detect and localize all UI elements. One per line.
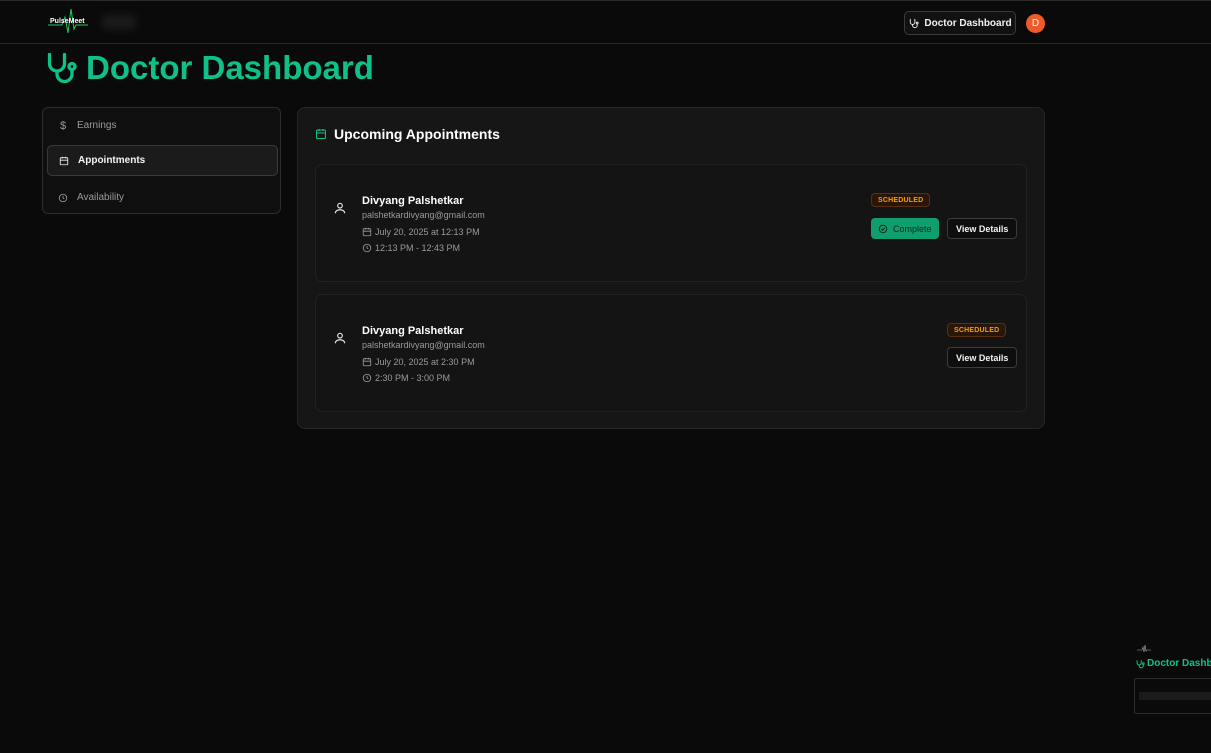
avatar[interactable]: D: [1026, 14, 1045, 33]
appointment-time: 2:30 PM - 3:00 PM: [362, 373, 450, 383]
appointment-date-text: July 20, 2025 at 12:13 PM: [375, 227, 480, 237]
clock-icon: [362, 243, 372, 253]
preview-title: Doctor Dashboard: [1135, 658, 1211, 669]
view-details-button[interactable]: View Details: [947, 347, 1018, 368]
appointment-item: Divyang Palshetkar palshetkardivyang@gma…: [315, 164, 1027, 282]
pulse-logo-icon: [1137, 645, 1151, 653]
appointment-item: Divyang Palshetkar palshetkardivyang@gma…: [315, 294, 1027, 412]
check-circle-icon: [878, 224, 888, 233]
appointment-date-text: July 20, 2025 at 2:30 PM: [375, 357, 475, 367]
patient-email: palshetkardivyang@gmail.com: [362, 340, 485, 350]
appointments-card-header: Upcoming Appointments: [315, 126, 500, 142]
preview-title-text: Doctor Dashboard: [1147, 658, 1211, 669]
calendar-icon: [362, 357, 372, 367]
stethoscope-icon: [47, 52, 77, 84]
patient-name: Divyang Palshetkar: [362, 325, 464, 337]
preview-sidebar: [1134, 678, 1211, 714]
clock-icon: [58, 193, 68, 202]
appointment-time-text: 12:13 PM - 12:43 PM: [375, 243, 461, 253]
stethoscope-icon: [910, 18, 919, 28]
top-navbar: PulseMeet Doctor Dashboard D: [0, 0, 1211, 44]
logo-text: PulseMeet: [50, 18, 85, 25]
view-details-button[interactable]: View Details: [947, 218, 1018, 239]
dollar-icon: $: [59, 119, 67, 132]
sidebar-item-label: Availability: [77, 192, 125, 203]
calendar-icon: [362, 227, 372, 237]
patient-name: Divyang Palshetkar: [362, 195, 464, 207]
sidebar-item-appointments[interactable]: Appointments: [47, 145, 278, 176]
stethoscope-icon: [1136, 659, 1145, 668]
clock-icon: [362, 373, 372, 383]
calendar-icon: [59, 156, 69, 165]
sidebar-item-label: Earnings: [77, 120, 117, 131]
appointment-date: July 20, 2025 at 2:30 PM: [362, 357, 475, 367]
preview-sidebar-row: [1139, 703, 1211, 711]
sidebar-item-availability[interactable]: Availability: [47, 182, 278, 213]
appointment-date: July 20, 2025 at 12:13 PM: [362, 227, 480, 237]
user-icon: [334, 332, 346, 344]
appointment-time: 12:13 PM - 12:43 PM: [362, 243, 460, 253]
appointments-title: Upcoming Appointments: [334, 126, 500, 142]
appointment-time-text: 2:30 PM - 3:00 PM: [375, 373, 451, 383]
status-badge: SCHEDULED: [947, 323, 1007, 337]
user-icon: [334, 202, 346, 214]
logo[interactable]: PulseMeet: [48, 7, 140, 39]
appointments-card: Upcoming Appointments Divyang Palshetkar…: [297, 107, 1045, 429]
status-badge: SCHEDULED: [871, 193, 931, 207]
complete-button[interactable]: Complete: [871, 218, 939, 239]
page-preview-thumbnail: Doctor Dashboard: [1131, 641, 1211, 721]
doctor-dashboard-nav-button[interactable]: Doctor Dashboard: [904, 11, 1016, 35]
sidebar-item-label: Appointments: [78, 155, 146, 166]
complete-button-label: Complete: [893, 223, 932, 234]
preview-sidebar-row: [1139, 692, 1211, 700]
sidebar-item-earnings[interactable]: $ Earnings: [47, 110, 278, 141]
page-title: Doctor Dashboard: [86, 49, 374, 86]
sidebar: $ Earnings Appointments Availability: [42, 107, 281, 214]
page-header: Doctor Dashboard: [42, 48, 374, 88]
patient-email: palshetkardivyang@gmail.com: [362, 210, 485, 220]
logo-blurred-area: [102, 15, 136, 29]
nav-button-label: Doctor Dashboard: [924, 17, 1012, 29]
calendar-icon: [316, 129, 326, 139]
preview-sidebar-row: [1139, 681, 1211, 689]
